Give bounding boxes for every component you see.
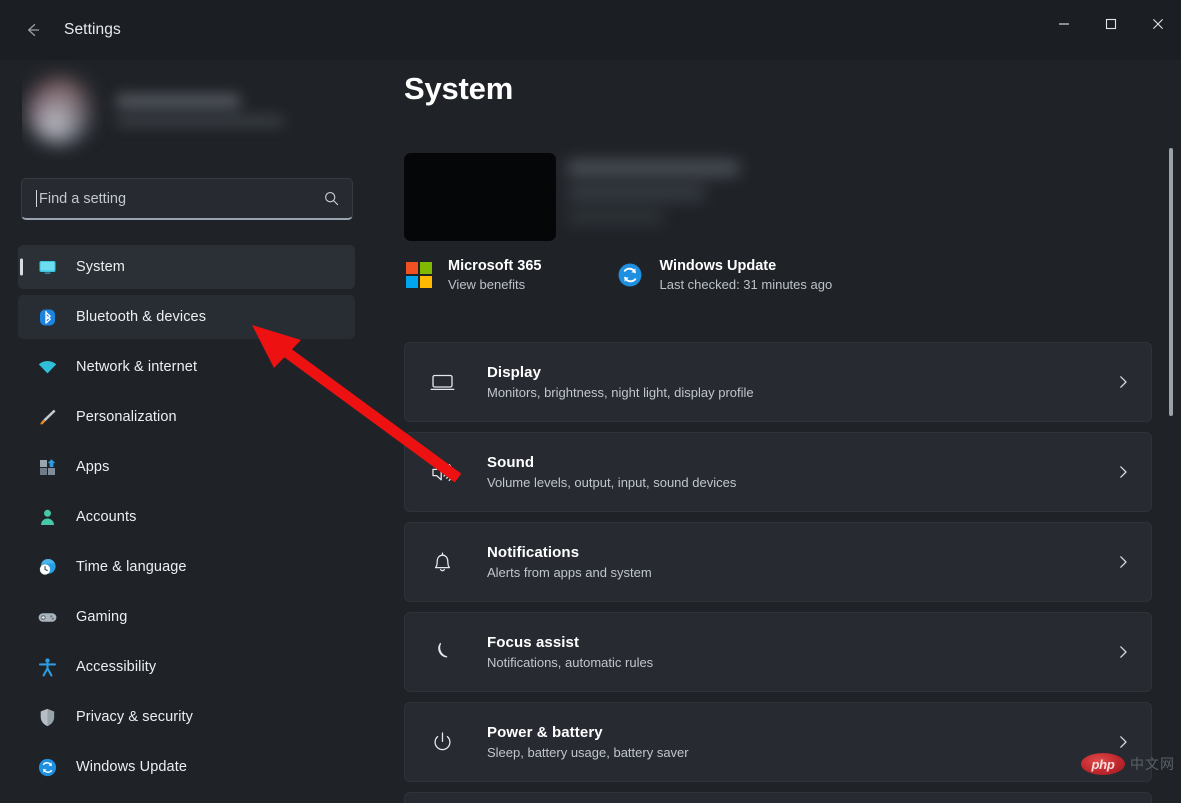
display-monitor-icon [427,367,457,397]
title-bar: Settings [0,0,1181,60]
card-title: Display [487,364,1115,381]
sidebar-item-accessibility[interactable]: Accessibility [18,645,355,689]
window-title: Settings [64,21,121,39]
chevron-right-icon[interactable] [1115,734,1131,750]
sidebar-item-label: Time & language [76,559,187,575]
settings-card-focus-assist[interactable]: Focus assist Notifications, automatic ru… [404,612,1152,692]
search-input[interactable] [39,191,323,207]
update-sync-icon [36,756,58,778]
moon-icon [427,637,457,667]
card-title: Focus assist [487,634,1115,651]
close-button[interactable] [1134,0,1181,48]
card-subtitle: Notifications, automatic rules [487,655,1115,670]
sidebar-item-label: Gaming [76,609,127,625]
speaker-icon [427,457,457,487]
sidebar: System Bluetooth & devices [0,60,380,803]
gamepad-icon [36,606,58,628]
search-icon[interactable] [323,190,340,207]
sidebar-item-label: Apps [76,459,109,475]
avatar [26,76,94,144]
back-button[interactable] [12,14,54,46]
sidebar-item-label: Personalization [76,409,177,425]
monitor-icon [36,256,58,278]
card-subtitle: Alerts from apps and system [487,565,1115,580]
sidebar-item-personalization[interactable]: Personalization [18,395,355,439]
sidebar-nav: System Bluetooth & devices [18,245,355,795]
bluetooth-icon [36,306,58,328]
chevron-right-icon[interactable] [1115,644,1131,660]
sidebar-item-label: Accounts [76,509,136,525]
update-sync-icon [615,260,645,290]
sidebar-item-system[interactable]: System [18,245,355,289]
shield-icon [36,706,58,728]
sidebar-item-apps[interactable]: Apps [18,445,355,489]
sidebar-item-time-language[interactable]: Time & language [18,545,355,589]
settings-window: Settings [0,0,1181,803]
sidebar-item-label: Windows Update [76,759,187,775]
settings-card-partial-next[interactable] [404,792,1152,803]
window-controls [1040,0,1181,48]
apps-grid-icon [36,456,58,478]
sidebar-item-gaming[interactable]: Gaming [18,595,355,639]
clock-globe-icon [36,556,58,578]
text-caret [36,190,37,207]
settings-card-power-battery[interactable]: Power & battery Sleep, battery usage, ba… [404,702,1152,782]
settings-card-sound[interactable]: Sound Volume levels, output, input, soun… [404,432,1152,512]
selection-indicator [20,259,23,276]
device-summary [404,153,924,243]
chevron-right-icon[interactable] [1115,464,1131,480]
page-title: System [404,71,513,107]
microsoft-logo-icon [404,260,434,290]
quick-link-subtitle: View benefits [448,277,541,292]
minimize-button[interactable] [1040,0,1087,48]
scrollbar-thumb[interactable] [1169,148,1173,416]
quick-link-microsoft-365[interactable]: Microsoft 365 View benefits [404,258,541,292]
card-subtitle: Sleep, battery usage, battery saver [487,745,1115,760]
quick-links-row: Microsoft 365 View benefits Windows Upda… [404,258,1144,292]
card-subtitle: Volume levels, output, input, sound devi… [487,475,1115,490]
accessibility-icon [36,656,58,678]
chevron-right-icon[interactable] [1115,554,1131,570]
paintbrush-icon [36,406,58,428]
main-scrollbar[interactable] [1166,148,1176,788]
sidebar-item-label: Privacy & security [76,709,193,725]
power-icon [427,727,457,757]
back-arrow-icon [23,20,43,40]
main-content: System Microsoft [380,60,1181,803]
quick-link-windows-update[interactable]: Windows Update Last checked: 31 minutes … [615,258,832,292]
bell-icon [427,547,457,577]
user-profile[interactable] [22,60,342,160]
sidebar-item-accounts[interactable]: Accounts [18,495,355,539]
watermark-badge: php [1081,753,1125,775]
quick-link-title: Microsoft 365 [448,258,541,274]
card-title: Power & battery [487,724,1115,741]
chevron-right-icon[interactable] [1115,374,1131,390]
maximize-button[interactable] [1087,0,1134,48]
card-title: Notifications [487,544,1115,561]
search-box[interactable] [21,178,353,220]
wifi-icon [36,356,58,378]
sidebar-item-label: Network & internet [76,359,197,375]
sidebar-item-privacy-security[interactable]: Privacy & security [18,695,355,739]
device-image [404,153,556,241]
settings-card-notifications[interactable]: Notifications Alerts from apps and syste… [404,522,1152,602]
profile-text-blurred [116,95,284,126]
sidebar-item-windows-update[interactable]: Windows Update [18,745,355,789]
watermark-text: 中文网 [1130,754,1175,774]
sidebar-item-label: System [76,259,125,275]
sidebar-item-bluetooth-devices[interactable]: Bluetooth & devices [18,295,355,339]
card-subtitle: Monitors, brightness, night light, displ… [487,385,1115,400]
quick-link-title: Windows Update [659,258,832,274]
card-title: Sound [487,454,1115,471]
settings-card-display[interactable]: Display Monitors, brightness, night ligh… [404,342,1152,422]
sidebar-item-label: Bluetooth & devices [76,309,206,325]
settings-card-list: Display Monitors, brightness, night ligh… [404,342,1152,803]
watermark: php 中文网 [1081,753,1175,775]
person-icon [36,506,58,528]
device-info-blurred [567,161,739,223]
sidebar-item-network-internet[interactable]: Network & internet [18,345,355,389]
quick-link-subtitle: Last checked: 31 minutes ago [659,277,832,292]
search-container [21,178,353,220]
sidebar-item-label: Accessibility [76,659,156,675]
